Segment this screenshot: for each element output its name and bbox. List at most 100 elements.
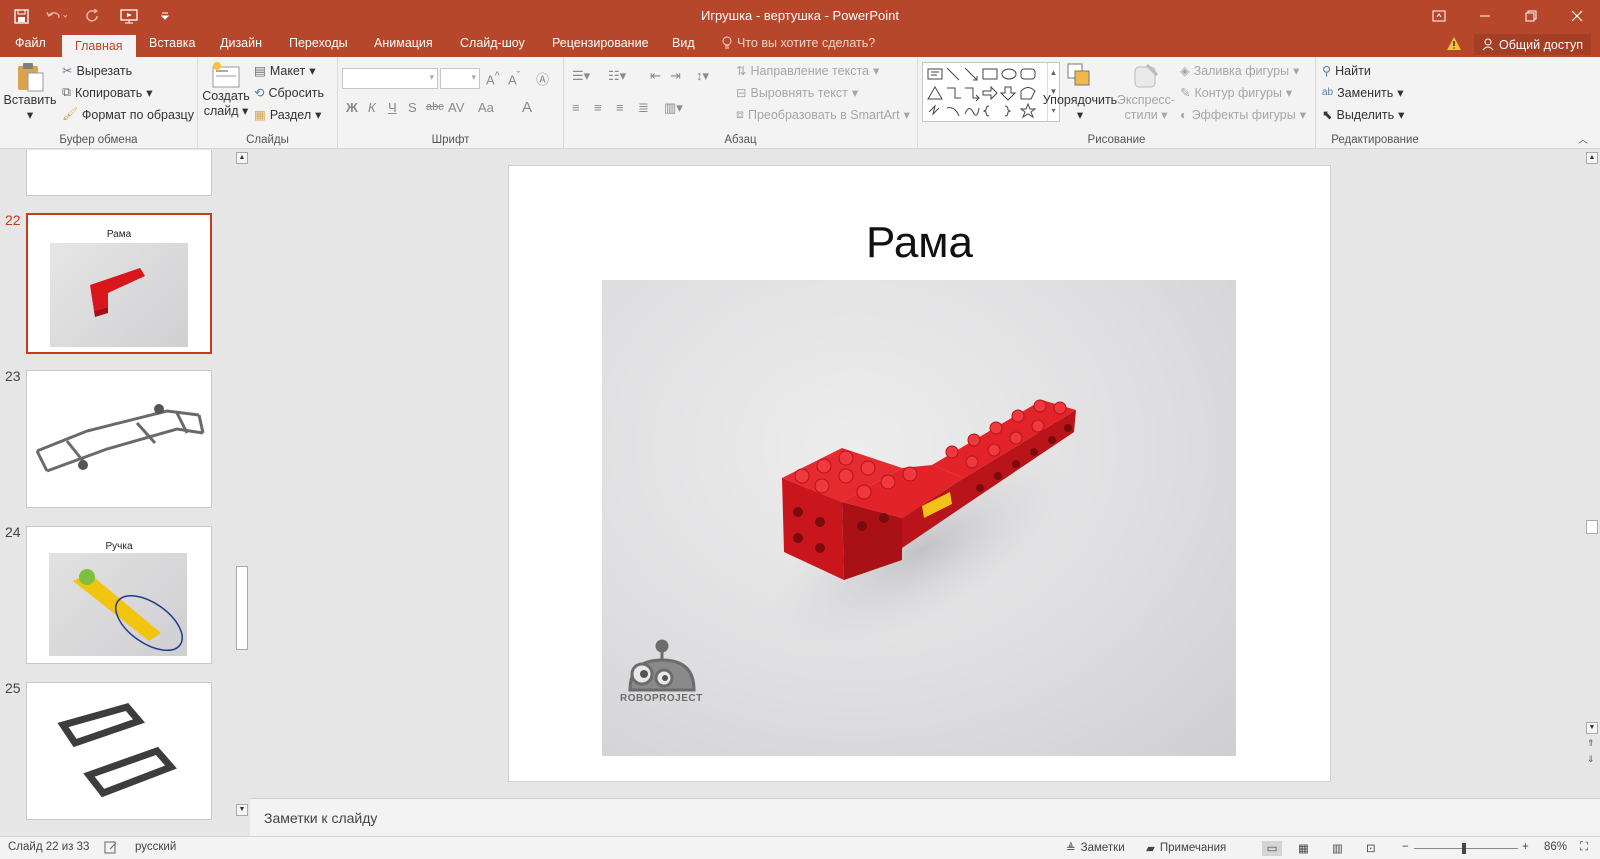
columns-icon[interactable]: ▥▾ [664,100,683,116]
scroll-thumb[interactable] [1586,520,1598,534]
shape-fill-button[interactable]: ◈ Заливка фигуры ▾ [1180,63,1299,79]
slide-counter[interactable]: Слайд 22 из 33 [8,841,89,853]
restore-icon[interactable] [1508,0,1554,32]
font-size-combo[interactable]: ▾ [440,68,480,89]
replace-button[interactable]: ab Заменить ▾ [1322,85,1404,101]
decrease-indent-icon[interactable]: ⇤ [650,68,661,84]
format-painter-button[interactable]: 🖌 Формат по образцу [62,107,194,122]
tab-animations[interactable]: Анимация [374,36,433,50]
zoom-out-button[interactable]: − [1402,841,1409,853]
scroll-up-arrow[interactable]: ▲ [236,152,248,164]
tab-review[interactable]: Рецензирование [552,36,649,50]
strikethrough-button[interactable]: abc [426,101,444,113]
paste-button[interactable]: Вставить ▾ [4,61,57,122]
italic-button[interactable]: К [368,100,376,115]
shape-effects-button[interactable]: ◐ Эффекты фигуры ▾ [1180,107,1306,123]
slide-scrollbar[interactable]: ▲ ▼ ⇑ ⇓ [1584,150,1600,798]
align-text-icon: ⊟ [736,86,747,100]
layout-button[interactable]: ▤ Макет ▾ [254,63,315,79]
slide-thumbnail-21[interactable] [26,150,212,196]
slide-thumbnail-23[interactable] [26,370,212,508]
smartart-button[interactable]: ⧈ Преобразовать в SmartArt ▾ [736,107,910,122]
shrink-font-icon[interactable]: Aˇ [508,70,520,87]
tab-home[interactable]: Главная [62,35,136,57]
tab-transitions[interactable]: Переходы [289,36,348,50]
quick-styles-button[interactable]: Экспресс- стили ▾ [1114,61,1178,122]
increase-indent-icon[interactable]: ⇥ [670,68,681,84]
align-right-icon[interactable]: ≡ [616,100,624,115]
slide-canvas[interactable]: Рама ROBOPROJECT [508,165,1331,782]
fit-slide-icon[interactable]: ⛶ [1580,841,1588,854]
zoom-slider-thumb[interactable] [1462,843,1466,854]
share-button[interactable]: Общий доступ [1474,34,1591,55]
brush-icon: 🖌 [62,107,78,121]
close-icon[interactable] [1554,0,1600,32]
tell-me-box[interactable]: Что вы хотите сделать? [722,36,875,50]
align-center-icon[interactable]: ≡ [594,100,602,115]
justify-icon[interactable]: ≣ [638,100,649,116]
next-slide-icon[interactable]: ⇓ [1587,754,1595,765]
slideshow-icon[interactable]: ⊡ [1366,841,1376,855]
font-color-button[interactable]: A [522,99,532,116]
scroll-up-arrow[interactable]: ▲ [1586,152,1598,164]
slide-photo[interactable]: ROBOPROJECT [602,280,1236,756]
tab-slideshow[interactable]: Слайд-шоу [460,36,525,50]
underline-button[interactable]: Ч [388,100,397,115]
cut-button[interactable]: ✂ Вырезать [62,63,132,79]
tab-file[interactable]: Файл [15,36,46,50]
bullets-icon[interactable]: ☰▾ [572,68,590,84]
comments-toggle[interactable]: ▰ Примечания [1146,841,1226,855]
thumbnail-scrollbar[interactable]: ▲ ▼ [234,150,250,836]
font-name-combo[interactable]: ▾ [342,68,438,89]
tab-insert[interactable]: Вставка [149,36,195,50]
section-button[interactable]: ▦ Раздел ▾ [254,107,321,123]
bold-button[interactable]: Ж [346,100,358,115]
smartart-icon: ⧈ [736,107,744,121]
char-spacing-button[interactable]: AV [448,100,464,115]
text-direction-button[interactable]: ⇅ Направление текста ▾ [736,63,879,79]
reading-view-icon[interactable]: ▥ [1332,841,1343,855]
grow-font-icon[interactable]: A^ [486,70,500,87]
notes-toggle[interactable]: ≜ Заметки [1066,841,1125,855]
collapse-ribbon-icon[interactable]: ︿ [1578,131,1588,146]
copy-button[interactable]: ⧉ Копировать ▾ [62,85,153,100]
scroll-down-arrow[interactable]: ▼ [236,804,248,816]
tab-view[interactable]: Вид [672,36,695,50]
new-slide-button[interactable]: Создать слайд ▾ [202,61,250,118]
slide-sorter-icon[interactable]: ▦ [1298,841,1309,855]
align-left-icon[interactable]: ≡ [572,100,580,115]
zoom-level[interactable]: 86% [1544,841,1567,853]
line-spacing-icon[interactable]: ↕▾ [696,68,709,84]
share-label: Общий доступ [1499,37,1583,52]
notes-pane[interactable]: Заметки к слайду [250,798,1600,836]
ribbon-tabs: Файл Главная Вставка Дизайн Переходы Ани… [0,32,1600,57]
shadow-button[interactable]: S [408,100,417,115]
arrange-button[interactable]: Упорядочить ▾ [1042,61,1118,122]
minimize-icon[interactable] [1462,0,1508,32]
select-button[interactable]: ⬉ Выделить ▾ [1322,107,1404,123]
slide-thumbnail-24[interactable]: Ручка [26,526,212,664]
shapes-gallery[interactable]: ▲ ▼ ▾ [922,62,1060,122]
clear-formatting-icon[interactable]: Ⓐ [536,69,549,88]
thumbnail-number: 24 [5,524,21,540]
slide-thumbnail-22[interactable]: Рама [26,213,212,354]
slide-title[interactable]: Рама [509,218,1330,268]
warning-icon[interactable] [1446,36,1462,51]
ribbon-display-options-icon[interactable] [1416,0,1462,32]
normal-view-icon[interactable]: ▭ [1262,841,1282,856]
slide-thumbnail-25[interactable] [26,682,212,820]
scroll-thumb[interactable] [236,566,248,650]
zoom-in-button[interactable]: + [1522,841,1529,853]
language-indicator[interactable]: русский [135,841,176,853]
find-button[interactable]: ⚲ Найти [1322,63,1371,79]
zoom-slider[interactable] [1414,843,1518,854]
shape-outline-button[interactable]: ✎ Контур фигуры ▾ [1180,85,1292,101]
align-text-button[interactable]: ⊟ Выровнять текст ▾ [736,85,858,101]
numbering-icon[interactable]: ☷▾ [608,68,626,84]
previous-slide-icon[interactable]: ⇑ [1587,738,1595,749]
scroll-down-arrow[interactable]: ▼ [1586,722,1598,734]
reset-button[interactable]: ⟲ Сбросить [254,85,324,101]
spellcheck-icon[interactable] [104,841,118,854]
tab-design[interactable]: Дизайн [220,36,262,50]
change-case-button[interactable]: Aa [478,100,494,115]
